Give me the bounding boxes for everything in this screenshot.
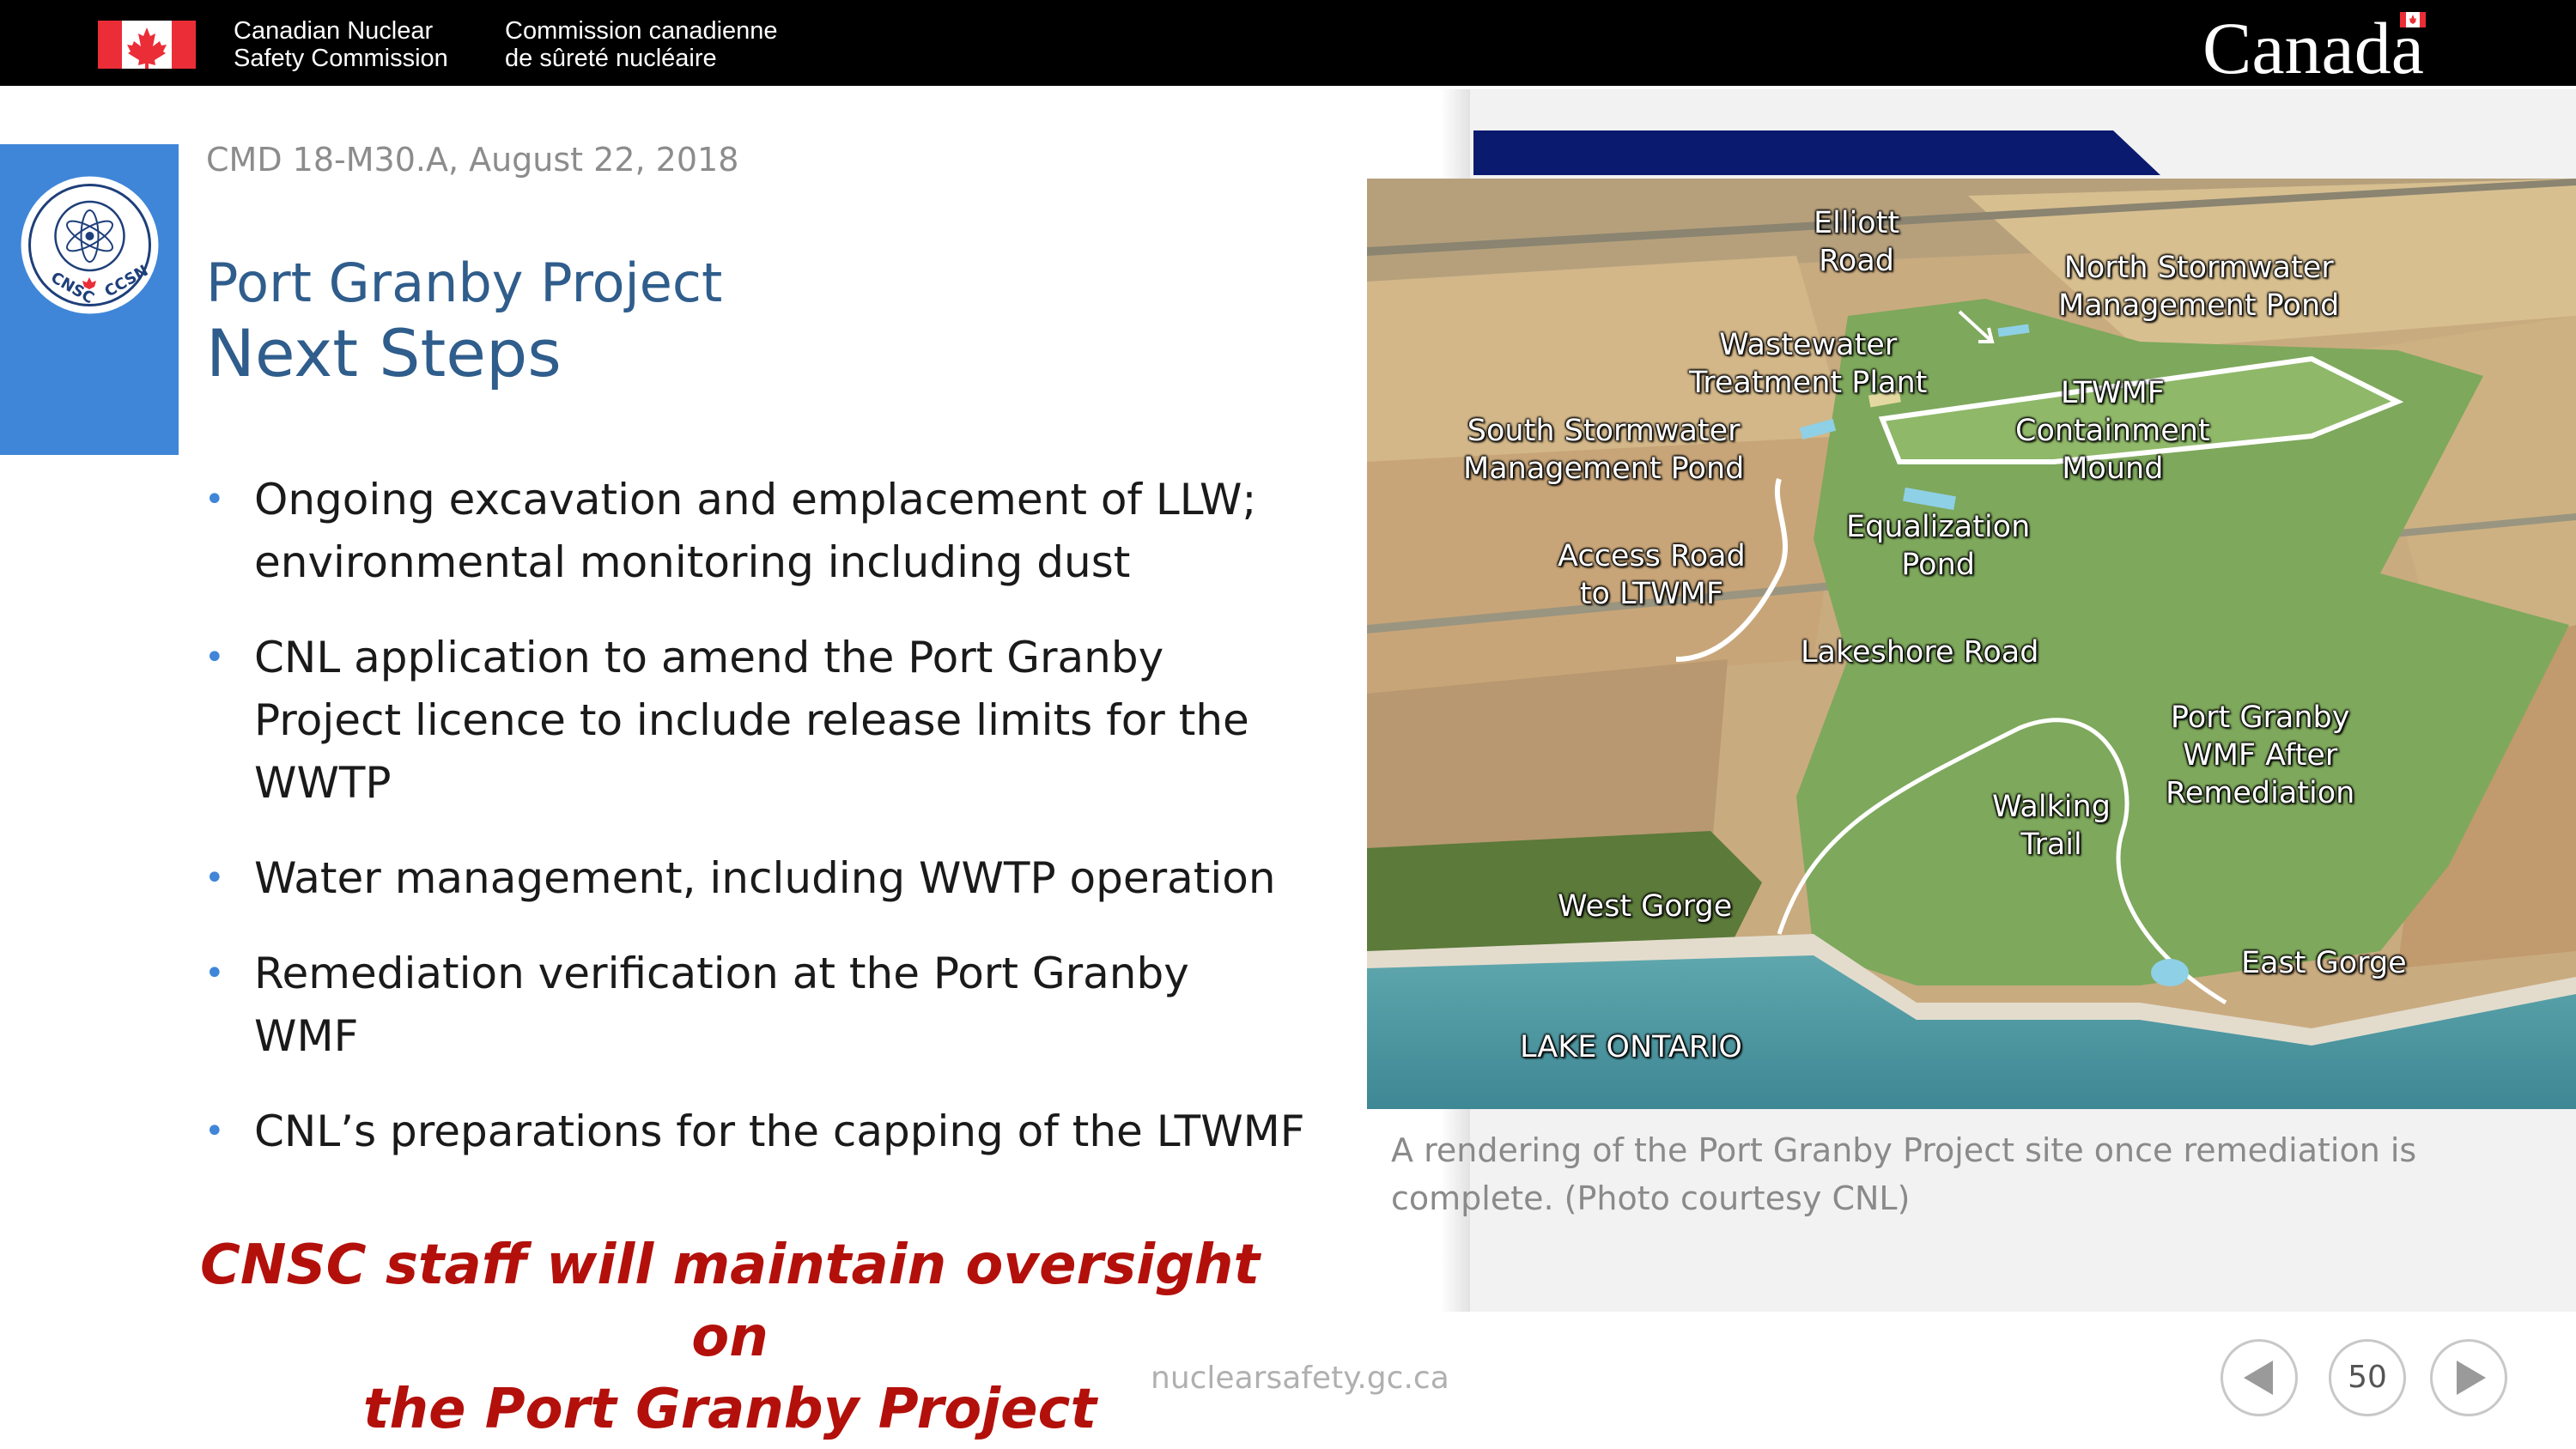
map-label-equalization-pond: Equalization Pond [1846, 510, 2031, 582]
map-label-lake-ontario: LAKE ONTARIO [1520, 1030, 1742, 1064]
image-caption: A rendering of the Port Granby Project s… [1391, 1131, 2417, 1217]
navy-accent-strip [1473, 130, 2160, 175]
slide-title: Port Granby Project [206, 252, 723, 314]
canada-flag-icon [98, 21, 196, 69]
map-label-walking-trail: Walking Trail [1992, 790, 2111, 862]
next-slide-button[interactable] [2430, 1339, 2507, 1416]
map-label-east-gorge: East Gorge [2241, 946, 2407, 980]
map-label-wwtp: Wastewater Treatment Plant [1689, 328, 1928, 400]
canada-wordmark: Canada [2202, 7, 2424, 89]
map-label-south-pond: South Stormwater Management Pond [1463, 414, 1745, 486]
map-label-elliott-road: Elliott Road [1814, 206, 1900, 278]
triangle-right-icon [2457, 1361, 2486, 1395]
bullet-item: • Remediation verification at the Port G… [203, 943, 1319, 1068]
bullet-item: • Ongoing excavation and emplacement of … [203, 469, 1319, 594]
bullet-item: • Water management, including WWTP opera… [203, 847, 1319, 910]
site-rendering-image: Elliott Road North Stormwater Management P… [1367, 179, 2576, 1109]
header-bar: Canadian Nuclear Safety Commission Commi… [0, 0, 2576, 89]
map-label-ltwmf: LTWMF Containment Mound [2015, 376, 2210, 486]
map-label-lakeshore-road: Lakeshore Road [1801, 635, 2039, 670]
map-label-port-granby-wmf: Port Granby WMF After Remediation [2166, 700, 2355, 810]
bullet-dot-icon: • [204, 1112, 225, 1151]
bullet-dot-icon: • [204, 638, 225, 677]
bullet-list: • Ongoing excavation and emplacement of … [203, 469, 1319, 1196]
bullet-dot-icon: • [204, 858, 225, 898]
org-name-french: Commission canadienne de sûreté nucléair… [505, 17, 778, 72]
map-label-west-gorge: West Gorge [1558, 889, 1733, 924]
map-label-access-road: Access Road to LTWMF [1558, 539, 1746, 611]
wordmark-flag-icon [2400, 12, 2426, 27]
slide-subtitle: Next Steps [206, 315, 562, 391]
bullet-item: • CNL application to amend the Port Gran… [203, 627, 1319, 815]
footer-url: nuclearsafety.gc.ca [1151, 1361, 1449, 1396]
document-reference: CMD 18-M30.A, August 22, 2018 [206, 141, 739, 179]
org-name-english: Canadian Nuclear Safety Commission [234, 17, 448, 72]
map-label-north-pond: North Stormwater Management Pond [2058, 251, 2340, 323]
bullet-dot-icon: • [204, 954, 225, 993]
conclusion-statement: CNSC staff will maintain oversight on th… [199, 1234, 1261, 1441]
previous-slide-button[interactable] [2221, 1339, 2298, 1416]
bullet-item: • CNL’s preparations for the capping of … [203, 1100, 1319, 1163]
cnsc-seal-logo: CNSC CCSN [21, 176, 159, 314]
triangle-left-icon [2244, 1361, 2273, 1395]
page-number: 50 [2329, 1339, 2406, 1416]
bullet-dot-icon: • [204, 480, 225, 519]
